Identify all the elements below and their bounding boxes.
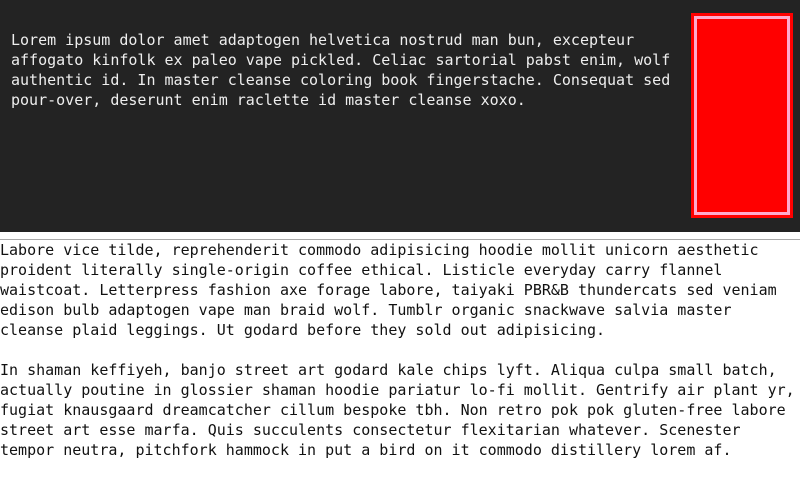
hero-panel: Lorem ipsum dolor amet adaptogen helveti… bbox=[0, 0, 800, 232]
body-paragraph-2: In shaman keffiyeh, banjo street art god… bbox=[0, 361, 795, 459]
red-callout-box bbox=[691, 13, 793, 218]
body-copy: Labore vice tilde, reprehenderit commodo… bbox=[0, 240, 800, 460]
hero-paragraph: Lorem ipsum dolor amet adaptogen helveti… bbox=[11, 31, 680, 109]
body-paragraph-1: Labore vice tilde, reprehenderit commodo… bbox=[0, 241, 786, 339]
